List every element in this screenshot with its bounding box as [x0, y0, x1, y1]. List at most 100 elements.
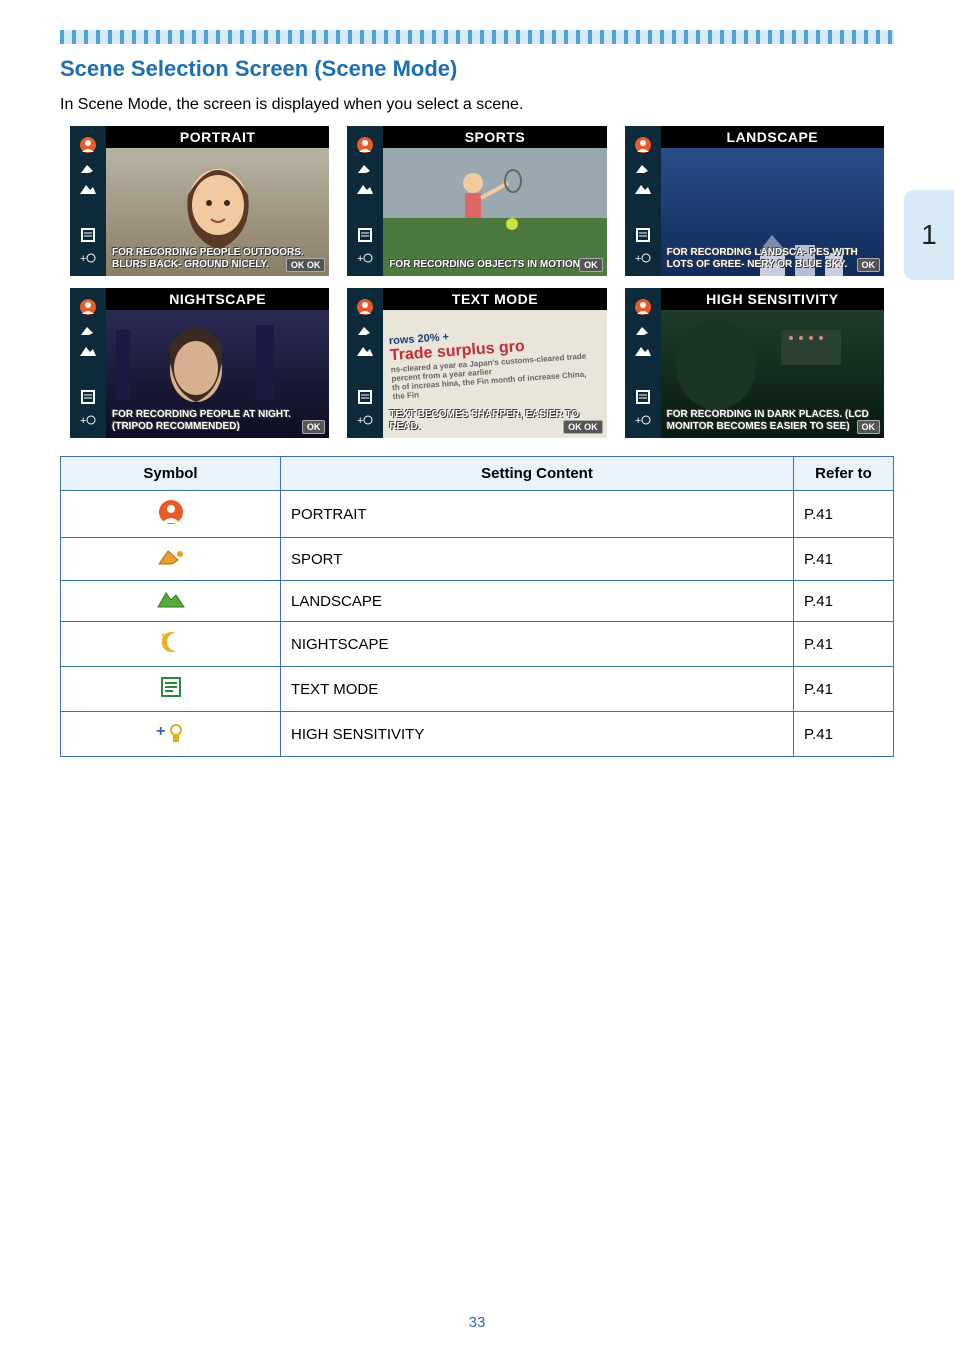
- svg-text:+: +: [156, 723, 165, 740]
- table-row: TEXT MODE P.41: [61, 667, 894, 712]
- svg-text:+: +: [357, 253, 363, 265]
- refer-cell: P.41: [794, 491, 894, 538]
- landscape-icon: [356, 182, 374, 196]
- th-refer: Refer to: [794, 457, 894, 491]
- landscape-icon: [79, 182, 97, 196]
- sport-icon: [356, 161, 374, 175]
- sport-icon: [79, 323, 97, 337]
- scene-textmode: + TEXT MODE rows 20% + Trade surplus gro…: [347, 288, 606, 438]
- sports-illustration: [383, 148, 606, 276]
- high-sensitivity-icon: +: [80, 412, 96, 428]
- textmode-icon: [159, 675, 183, 699]
- scene-desc: FOR RECORDING IN DARK PLACES. (LCD MONIT…: [667, 409, 878, 432]
- setting-cell: HIGH SENSITIVITY: [281, 712, 794, 757]
- scene-title: TEXT MODE: [383, 288, 606, 310]
- refer-cell: P.41: [794, 581, 894, 622]
- sport-icon: [79, 161, 97, 175]
- scene-desc: FOR RECORDING OBJECTS IN MOTION.: [389, 259, 600, 271]
- portrait-icon: [356, 136, 374, 154]
- scene-image: rows 20% + Trade surplus gro ns-cleared …: [383, 310, 606, 438]
- portrait-icon: [634, 298, 652, 316]
- refer-cell: P.41: [794, 538, 894, 581]
- portrait-icon: [158, 499, 184, 525]
- symbol-cell: [61, 538, 281, 581]
- svg-text:+: +: [635, 253, 641, 265]
- nightscape-icon: [634, 366, 652, 382]
- scene-image: FOR RECORDING OBJECTS IN MOTION. OK: [383, 148, 606, 276]
- scene-landscape: + LANDSCAPE FOR RECORDING LANDSCA- PES W…: [625, 126, 884, 276]
- scene-icon-sidebar: +: [347, 288, 383, 438]
- symbol-cell: [61, 581, 281, 622]
- sport-icon: [634, 161, 652, 175]
- setting-cell: SPORT: [281, 538, 794, 581]
- scene-image: FOR RECORDING IN DARK PLACES. (LCD MONIT…: [661, 310, 884, 438]
- table-row: * NIGHTSCAPE P.41: [61, 622, 894, 667]
- svg-text:+: +: [80, 253, 86, 265]
- svg-text:*: *: [161, 632, 165, 643]
- scene-icon-sidebar: +: [625, 126, 661, 276]
- symbol-cell: [61, 667, 281, 712]
- chapter-tab: 1: [904, 190, 954, 280]
- portrait-icon: [634, 136, 652, 154]
- scene-sports: + SPORTS FOR RECORDING OBJECTS IN MOTION…: [347, 126, 606, 276]
- svg-text:+: +: [357, 415, 363, 427]
- table-row: SPORT P.41: [61, 538, 894, 581]
- intro-text: In Scene Mode, the screen is displayed w…: [60, 96, 894, 114]
- setting-cell: NIGHTSCAPE: [281, 622, 794, 667]
- landscape-icon: [356, 344, 374, 358]
- th-symbol: Symbol: [61, 457, 281, 491]
- scene-icon-sidebar: +: [70, 126, 106, 276]
- landscape-icon: [79, 344, 97, 358]
- scene-desc: FOR RECORDING PEOPLE AT NIGHT. (TRIPOD R…: [112, 409, 323, 432]
- high-sensitivity-icon: +: [80, 250, 96, 266]
- nightscape-icon: [634, 204, 652, 220]
- setting-cell: PORTRAIT: [281, 491, 794, 538]
- scene-portrait: + PORTRAIT FOR RECORDING PEOPLE OUTDOORS…: [70, 126, 329, 276]
- textmode-icon: [635, 227, 651, 243]
- ok-badge: OK: [579, 258, 603, 272]
- nightscape-icon: [356, 366, 374, 382]
- setting-cell: LANDSCAPE: [281, 581, 794, 622]
- textmode-icon: [80, 227, 96, 243]
- scene-icon-sidebar: +: [625, 288, 661, 438]
- scene-icon-sidebar: +: [347, 126, 383, 276]
- svg-text:+: +: [635, 415, 641, 427]
- high-sensitivity-icon: +: [635, 250, 651, 266]
- scene-nightscape: + NIGHTSCAPE FOR RECORDING PEOPLE AT NIG…: [70, 288, 329, 438]
- ok-badge: OK OK: [563, 420, 603, 434]
- nightscape-icon: *: [158, 630, 184, 654]
- ok-badge: OK: [302, 420, 326, 434]
- refer-cell: P.41: [794, 712, 894, 757]
- table-row: PORTRAIT P.41: [61, 491, 894, 538]
- landscape-icon: [634, 344, 652, 358]
- scene-title: SPORTS: [383, 126, 606, 148]
- table-row: + HIGH SENSITIVITY P.41: [61, 712, 894, 757]
- ok-badge: OK: [857, 420, 881, 434]
- page-number: 33: [0, 1314, 954, 1331]
- landscape-icon: [634, 182, 652, 196]
- svg-text:+: +: [80, 415, 86, 427]
- th-setting: Setting Content: [281, 457, 794, 491]
- textmode-icon: [635, 389, 651, 405]
- textmode-icon: [357, 389, 373, 405]
- scene-image: FOR RECORDING LANDSCA- PES WITH LOTS OF …: [661, 148, 884, 276]
- high-sensitivity-icon: +: [357, 250, 373, 266]
- high-sensitivity-icon: +: [156, 720, 186, 744]
- table-row: LANDSCAPE P.41: [61, 581, 894, 622]
- textmode-icon: [80, 389, 96, 405]
- portrait-icon: [356, 298, 374, 316]
- symbol-table: Symbol Setting Content Refer to PORTRAIT…: [60, 456, 894, 757]
- scene-title: NIGHTSCAPE: [106, 288, 329, 310]
- high-sensitivity-icon: +: [635, 412, 651, 428]
- symbol-cell: *: [61, 622, 281, 667]
- scene-thumbnails: + PORTRAIT FOR RECORDING PEOPLE OUTDOORS…: [70, 126, 884, 438]
- sport-icon: [356, 323, 374, 337]
- scene-desc: FOR RECORDING LANDSCA- PES WITH LOTS OF …: [667, 247, 878, 270]
- ok-badge: OK OK: [286, 258, 326, 272]
- scene-image: FOR RECORDING PEOPLE AT NIGHT. (TRIPOD R…: [106, 310, 329, 438]
- decorative-border: [60, 30, 894, 44]
- symbol-cell: +: [61, 712, 281, 757]
- refer-cell: P.41: [794, 667, 894, 712]
- sport-icon: [156, 546, 186, 568]
- section-title: Scene Selection Screen (Scene Mode): [60, 56, 894, 82]
